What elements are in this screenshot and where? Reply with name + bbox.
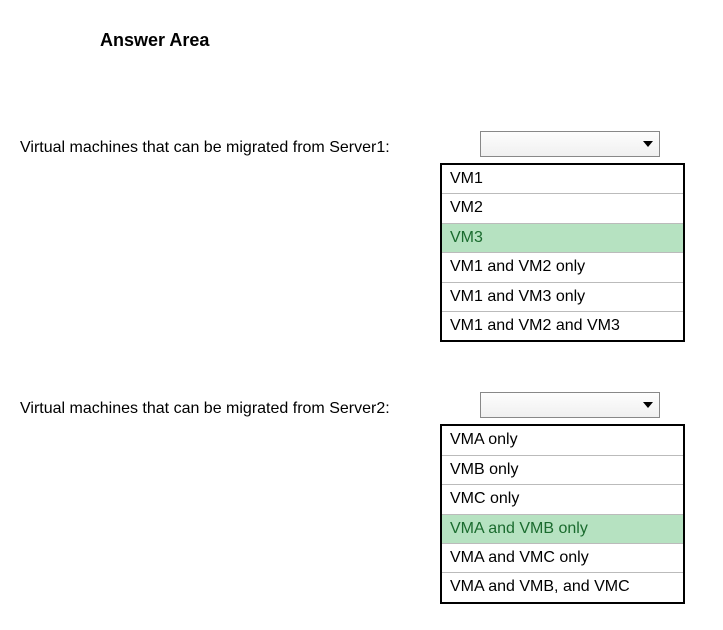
option-item[interactable]: VMA only: [442, 426, 683, 455]
page-title: Answer Area: [100, 30, 723, 51]
question-1-row: Virtual machines that can be migrated fr…: [0, 131, 723, 342]
option-item[interactable]: VMB only: [442, 456, 683, 485]
question-1-answer-col: VM1 VM2 VM3 VM1 and VM2 only VM1 and VM3…: [440, 131, 703, 342]
option-item[interactable]: VMA and VMB, and VMC: [442, 573, 683, 601]
dropdown-server2[interactable]: [480, 392, 660, 418]
chevron-down-icon: [643, 402, 653, 408]
question-2-row: Virtual machines that can be migrated fr…: [0, 392, 723, 603]
options-list-server2: VMA only VMB only VMC only VMA and VMB o…: [440, 424, 685, 603]
option-item-selected[interactable]: VM3: [442, 224, 683, 253]
question-1-label: Virtual machines that can be migrated fr…: [20, 131, 440, 157]
option-item[interactable]: VMA and VMC only: [442, 544, 683, 573]
option-item[interactable]: VM1: [442, 165, 683, 194]
option-item[interactable]: VM1 and VM3 only: [442, 283, 683, 312]
options-list-server1: VM1 VM2 VM3 VM1 and VM2 only VM1 and VM3…: [440, 163, 685, 342]
option-item[interactable]: VM2: [442, 194, 683, 223]
question-2-answer-col: VMA only VMB only VMC only VMA and VMB o…: [440, 392, 703, 603]
option-item[interactable]: VM1 and VM2 and VM3: [442, 312, 683, 340]
dropdown-server1[interactable]: [480, 131, 660, 157]
option-item-selected[interactable]: VMA and VMB only: [442, 515, 683, 544]
question-2-label: Virtual machines that can be migrated fr…: [20, 392, 440, 418]
option-item[interactable]: VM1 and VM2 only: [442, 253, 683, 282]
option-item[interactable]: VMC only: [442, 485, 683, 514]
chevron-down-icon: [643, 141, 653, 147]
